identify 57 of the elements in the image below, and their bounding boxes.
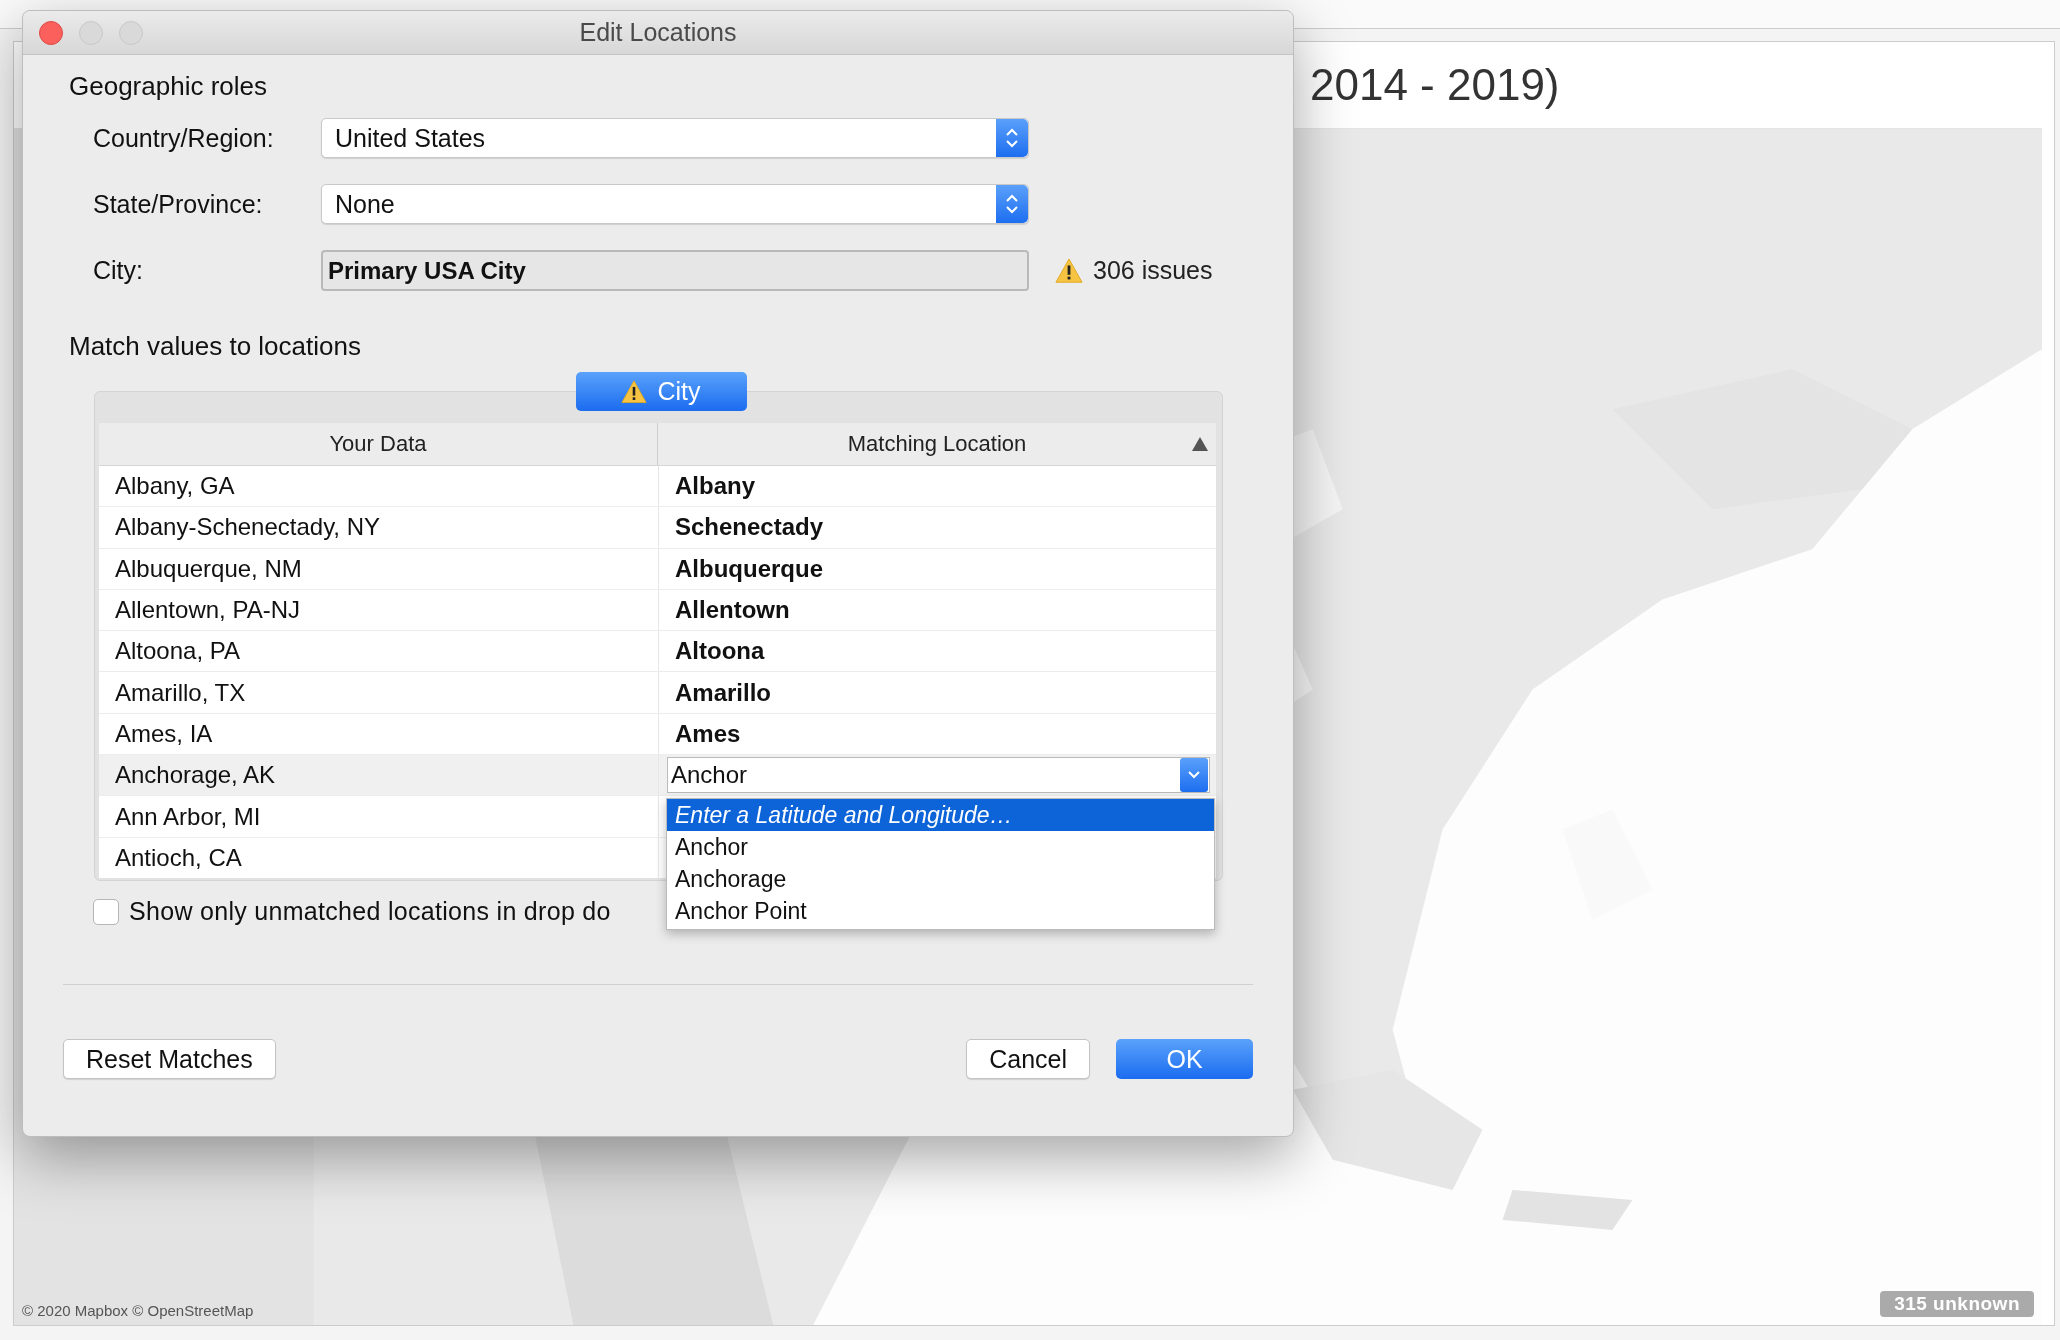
table-cell-text: Ann Arbor, MI (114, 801, 262, 832)
field-label: City: (93, 256, 144, 285)
cancel-button[interactable]: Cancel (966, 1039, 1090, 1079)
table-cell: Altoona (658, 631, 1216, 672)
menu-item[interactable]: Enter a Latitude and Longitude… (667, 799, 1214, 831)
sort-ascending-icon (1192, 437, 1208, 451)
close-button[interactable] (39, 21, 63, 45)
warning-icon (621, 379, 648, 404)
table-cell: Ames (658, 713, 1216, 755)
table-row[interactable]: Amarillo, TX Amarillo (99, 672, 1216, 714)
menu-item[interactable]: Anchor Point (667, 895, 1214, 927)
table-cell-text: Anchorage, AK (114, 760, 277, 791)
table-cell-text: Altoona, PA (114, 636, 241, 667)
table-cell: Amarillo (658, 672, 1216, 713)
table-row[interactable]: Anchorage, AK Anchor (99, 755, 1216, 797)
select-field[interactable]: United States (321, 118, 1029, 158)
map-attribution: © 2020 Mapbox © OpenStreetMap (22, 1302, 254, 1319)
table-cell-text: Albany-Schenectady, NY (114, 512, 382, 543)
location-input[interactable]: Anchor (667, 757, 1210, 794)
table-cell: Schenectady (658, 507, 1216, 548)
table-row[interactable]: Albany-Schenectady, NY Schenectady (99, 507, 1216, 549)
ok-button[interactable]: OK (1116, 1039, 1253, 1079)
section-heading: Geographic roles (69, 71, 267, 102)
table-row[interactable]: Albuquerque, NM Albuquerque (99, 548, 1216, 590)
checkbox-label: Show only unmatched locations in drop do (129, 897, 611, 926)
stepper-arrows-icon (1005, 192, 1019, 216)
menu-item[interactable]: Anchorage (667, 863, 1214, 895)
column-header[interactable]: Your Data (99, 423, 658, 465)
readonly-field: Primary USA City (321, 250, 1029, 291)
table-cell: Allentown (658, 589, 1216, 631)
warning-icon (1055, 257, 1083, 284)
table-cell-text: Albany, GA (114, 471, 236, 502)
zoom-button[interactable] (119, 21, 143, 45)
table-cell-text: Ames, IA (114, 718, 214, 749)
table-row[interactable]: Allentown, PA-NJ Allentown (99, 589, 1216, 632)
field-label: State/Province: (93, 189, 264, 219)
table-row[interactable]: Albany, GA Albany (99, 466, 1216, 508)
issues-count: 306 issues (1093, 256, 1213, 285)
section-heading: Match values to locations (69, 331, 361, 362)
table-row[interactable]: Altoona, PA Altoona (99, 631, 1216, 673)
table-cell-text: Antioch, CA (114, 842, 243, 873)
table-cell-text: Amarillo, TX (114, 677, 247, 708)
column-header[interactable]: Matching Location (658, 423, 1216, 465)
reset-button[interactable]: Reset Matches (63, 1039, 276, 1079)
field-label: Country/Region: (93, 123, 275, 153)
table-cell-text: Albuquerque, NM (114, 553, 303, 584)
table-cell-text: Allentown, PA-NJ (114, 595, 301, 626)
table-cell: Albany (658, 466, 1216, 507)
minimize-button[interactable] (79, 21, 103, 45)
table-cell: Albuquerque (658, 548, 1216, 589)
checkbox[interactable] (93, 898, 119, 925)
sheet-title: 2014 - 2019) (1310, 60, 1560, 110)
window-title: Edit Locations (579, 18, 737, 47)
table-row[interactable]: Ames, IA Ames (99, 713, 1216, 756)
select-field[interactable]: None (321, 184, 1029, 224)
level-tab[interactable]: City (575, 372, 747, 411)
stepper-arrows-icon (1005, 126, 1019, 150)
